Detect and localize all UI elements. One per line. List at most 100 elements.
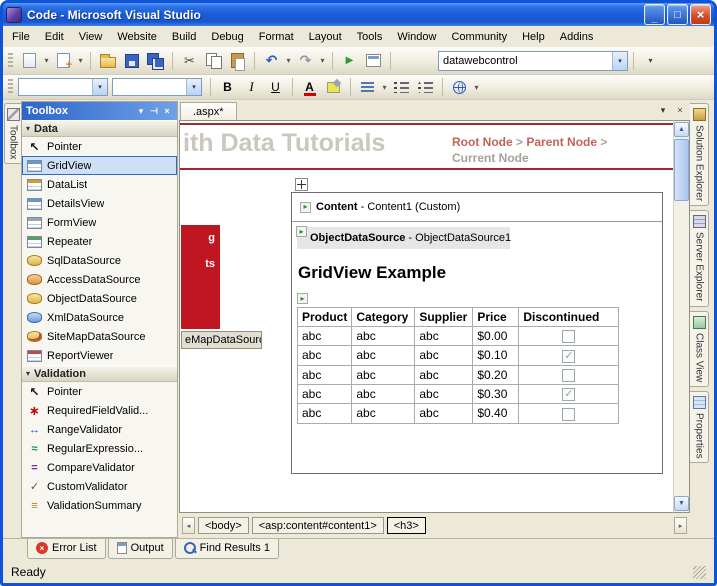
dropdown-caret-icon[interactable]: ▾ (472, 83, 481, 92)
combobox-dropdown-icon[interactable]: ▾ (92, 79, 107, 95)
toolbox-item-pointer[interactable]: ↖ Pointer (22, 137, 177, 156)
design-surface[interactable]: ith Data Tutorials Root Node > Parent No… (179, 120, 673, 513)
content-control[interactable]: Content - Content1 (Custom) ObjectDataSo… (291, 192, 663, 474)
maximize-button[interactable]: □ (667, 4, 688, 25)
toolbox-section-validation[interactable]: ▾ Validation (22, 365, 177, 382)
toolbox-item-requiredfieldvalid[interactable]: ∗ RequiredFieldValid... (22, 401, 177, 420)
dropdown-caret-icon[interactable]: ▾ (76, 56, 85, 65)
side-tab-class-view[interactable]: Class View (690, 311, 709, 387)
toolbox-item-formview[interactable]: FormView (22, 213, 177, 232)
menu-item-format[interactable]: Format (252, 28, 301, 46)
menu-item-edit[interactable]: Edit (38, 28, 71, 46)
numbered-list-button[interactable] (390, 77, 413, 98)
smart-tag-icon[interactable] (297, 293, 308, 304)
pin-icon[interactable]: ⊣ (148, 106, 160, 117)
add-new-item-button[interactable] (52, 50, 75, 71)
dropdown-caret-icon[interactable]: ▾ (42, 56, 51, 65)
panel-tab-output[interactable]: Output (108, 539, 173, 559)
scrollbar-thumb[interactable] (674, 139, 689, 201)
close-button[interactable]: × (690, 4, 711, 25)
bold-button-button[interactable]: B (216, 77, 239, 98)
nav-item-fragment[interactable]: ts (181, 251, 220, 277)
toolbox-autohide-tab[interactable]: Toolbox (4, 103, 21, 164)
copy-button[interactable] (202, 50, 225, 71)
side-tab-server-explorer[interactable]: Server Explorer (690, 210, 709, 306)
toolbox-section-data[interactable]: ▾ Data (22, 120, 177, 137)
scroll-up-icon[interactable] (674, 122, 689, 137)
panel-tab-error-list[interactable]: Error List (27, 539, 106, 559)
underline-button-button[interactable]: U (264, 77, 287, 98)
tag-asp-content-content1[interactable]: <asp:content#content1> (252, 517, 384, 534)
save-button[interactable] (120, 50, 143, 71)
panel-tab-find-results-1[interactable]: Find Results 1 (175, 539, 279, 559)
menu-item-addins[interactable]: Addins (553, 28, 601, 46)
highlight-button[interactable] (322, 77, 345, 98)
dropdown-caret-icon[interactable]: ▾ (284, 56, 293, 65)
menu-item-build[interactable]: Build (165, 28, 203, 46)
toolbox-item-rangevalidator[interactable]: ↔ RangeValidator (22, 420, 177, 439)
dropdown-caret-icon[interactable]: ▾ (380, 83, 389, 92)
toolbox-item-gridview[interactable]: GridView (22, 156, 177, 175)
menu-item-tools[interactable]: Tools (350, 28, 390, 46)
discontinued-checkbox[interactable] (562, 388, 575, 401)
command-combobox[interactable]: datawebcontrol ▾ (438, 51, 628, 71)
tag-body[interactable]: <body> (198, 517, 249, 534)
toolbox-item-detailsview[interactable]: DetailsView (22, 194, 177, 213)
dropdown-caret-icon[interactable]: ▾ (318, 56, 327, 65)
close-icon[interactable]: × (161, 106, 173, 116)
nav-item-fragment[interactable]: g (181, 225, 220, 251)
discontinued-checkbox[interactable] (562, 330, 575, 343)
menu-item-community[interactable]: Community (444, 28, 514, 46)
new-website-button[interactable] (18, 50, 41, 71)
toolbox-item-validationsummary[interactable]: ≡ ValidationSummary (22, 496, 177, 515)
toolbox-item-repeater[interactable]: Repeater (22, 232, 177, 251)
menu-item-layout[interactable]: Layout (302, 28, 349, 46)
menu-item-debug[interactable]: Debug (204, 28, 250, 46)
paste-button[interactable] (226, 50, 249, 71)
combobox-dropdown-icon[interactable]: ▾ (612, 52, 627, 70)
hyperlink-button[interactable] (448, 77, 471, 98)
bullet-list-button[interactable] (414, 77, 437, 98)
content-control-header[interactable]: Content - Content1 (Custom) (292, 193, 662, 222)
move-handle-icon[interactable] (295, 178, 308, 191)
objectdatasource-control[interactable]: ObjectDataSource - ObjectDataSource1 (297, 227, 510, 249)
open-file-button[interactable] (96, 50, 119, 71)
menu-item-window[interactable]: Window (390, 28, 443, 46)
toolbar-options-button[interactable]: ▾ (639, 50, 662, 71)
document-list-icon[interactable]: ▾ (656, 103, 670, 117)
undo-button[interactable]: ↶ (260, 50, 283, 71)
document-tab[interactable]: .aspx* (180, 102, 237, 120)
resize-grip[interactable] (693, 566, 706, 579)
redo-button[interactable]: ↷ (294, 50, 317, 71)
toolbox-item-comparevalidator[interactable]: = CompareValidator (22, 458, 177, 477)
sitemapdatasource-control-fragment[interactable]: eMapDataSource1 (181, 331, 262, 349)
breadcrumb-link[interactable]: Root Node (452, 135, 513, 149)
menu-item-view[interactable]: View (72, 28, 110, 46)
font-name-combobox[interactable]: ▾ (112, 78, 202, 96)
tag-h3[interactable]: <h3> (387, 517, 426, 534)
target-rule-combobox[interactable]: ▾ (18, 78, 108, 96)
smart-tag-icon[interactable] (296, 226, 307, 237)
toolbox-item-objectdatasource[interactable]: ObjectDataSource (22, 289, 177, 308)
combobox-dropdown-icon[interactable]: ▾ (186, 79, 201, 95)
toolbar-grip[interactable] (8, 53, 13, 69)
discontinued-checkbox[interactable] (562, 369, 575, 382)
toolbar-grip[interactable] (8, 79, 13, 95)
toolbox-item-customvalidator[interactable]: ✓ CustomValidator (22, 477, 177, 496)
start-debug-button[interactable]: ▶ (338, 50, 361, 71)
toolbox-item-reportviewer[interactable]: ReportViewer (22, 346, 177, 365)
menu-item-help[interactable]: Help (515, 28, 552, 46)
tag-scroll-right-icon[interactable] (674, 517, 687, 534)
toolbox-item-sqldatasource[interactable]: SqlDataSource (22, 251, 177, 270)
italic-button-button[interactable]: I (240, 77, 263, 98)
discontinued-checkbox[interactable] (562, 408, 575, 421)
align-button[interactable] (356, 77, 379, 98)
breadcrumb-link[interactable]: Parent Node (526, 135, 597, 149)
minimize-button[interactable]: _ (644, 4, 665, 25)
menu-item-file[interactable]: File (5, 28, 37, 46)
smart-tag-icon[interactable] (300, 202, 311, 213)
toolbox-header[interactable]: Toolbox ▾⊣× (22, 102, 177, 120)
toolbox-item-xmldatasource[interactable]: XmlDataSource (22, 308, 177, 327)
toolbox-item-accessdatasource[interactable]: AccessDataSource (22, 270, 177, 289)
toolbox-item-sitemapdatasource[interactable]: SiteMapDataSource (22, 327, 177, 346)
